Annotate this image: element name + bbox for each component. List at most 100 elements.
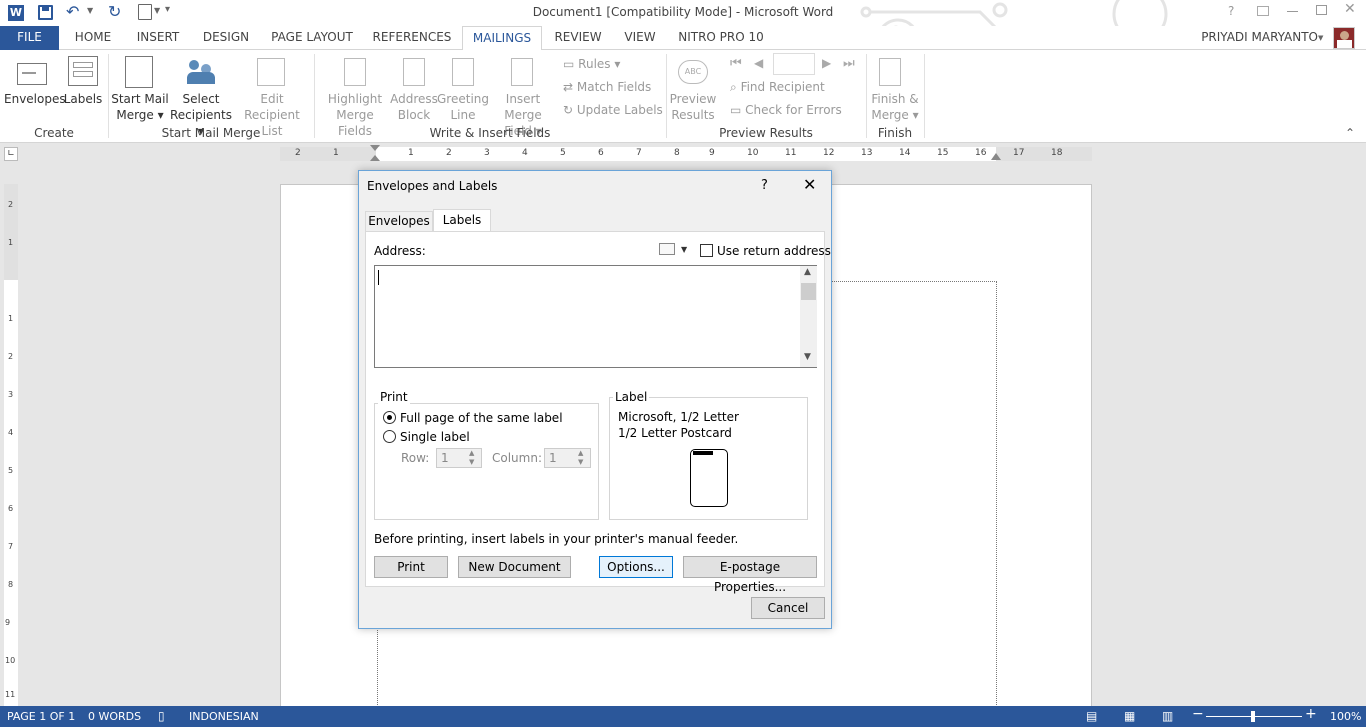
finish-merge-label: Finish & <box>871 92 919 106</box>
print-layout-icon[interactable]: ▦ <box>1124 709 1135 723</box>
language-indicator[interactable]: INDONESIAN <box>189 710 259 723</box>
tab-home[interactable]: HOME <box>66 26 120 50</box>
column-down-icon[interactable]: ▼ <box>578 458 583 466</box>
address-book-dropdown-icon[interactable]: ▼ <box>681 245 687 254</box>
word-count[interactable]: 0 WORDS <box>88 710 141 723</box>
next-record-icon[interactable]: ▶ <box>822 56 831 70</box>
zoom-level[interactable]: 100% <box>1330 710 1361 723</box>
row-spinner[interactable]: 1 ▲ ▼ <box>436 448 482 468</box>
word-icon[interactable]: W <box>8 5 24 21</box>
single-label-radio[interactable] <box>383 430 396 443</box>
single-label-label[interactable]: Single label <box>400 430 470 444</box>
customize-qat-icon[interactable]: ▾ <box>165 4 170 15</box>
web-layout-icon[interactable]: ▥ <box>1162 709 1173 723</box>
new-document-button[interactable]: New Document <box>458 556 571 578</box>
check-errors-button[interactable]: ▭ Check for Errors <box>730 102 842 118</box>
hanging-indent-marker[interactable] <box>370 155 380 161</box>
match-fields-button[interactable]: ⇄ Match Fields <box>563 79 651 95</box>
preview-results-button[interactable]: Preview Results <box>668 91 718 123</box>
ruler-num: 3 <box>484 148 490 158</box>
tab-insert[interactable]: INSERT <box>130 26 186 50</box>
tab-envelopes[interactable]: Envelopes <box>365 211 433 231</box>
vertical-ruler[interactable]: 2 1 1 2 3 4 5 6 7 8 9 10 11 <box>4 184 18 706</box>
ruler-num: 17 <box>1013 148 1025 158</box>
rules-button[interactable]: ▭ Rules ▾ <box>563 56 620 72</box>
full-page-label[interactable]: Full page of the same label <box>400 411 563 425</box>
row-down-icon[interactable]: ▼ <box>469 458 474 466</box>
help-button[interactable]: ? <box>1228 4 1234 18</box>
right-indent-marker[interactable] <box>991 153 1001 160</box>
tab-review[interactable]: REVIEW <box>550 26 606 50</box>
tab-references[interactable]: REFERENCES <box>370 26 454 50</box>
page-count[interactable]: PAGE 1 OF 1 <box>7 710 75 723</box>
print-preview-dropdown-icon[interactable]: ▼ <box>154 6 160 15</box>
tab-design[interactable]: DESIGN <box>196 26 256 50</box>
label-group-label: Label <box>613 390 650 404</box>
user-dropdown-icon[interactable]: ▼ <box>1318 34 1323 42</box>
column-spinner[interactable]: 1 ▲ ▼ <box>544 448 591 468</box>
update-labels-label: Update Labels <box>576 103 663 117</box>
ribbon-display-options-icon[interactable] <box>1257 6 1269 16</box>
redo-icon[interactable]: ↻ <box>108 2 121 21</box>
record-number-input[interactable] <box>773 53 815 75</box>
ruler-num: 5 <box>560 148 566 158</box>
avatar[interactable] <box>1333 27 1355 49</box>
greeting-line-button[interactable]: Greeting Line <box>436 91 490 123</box>
tab-file[interactable]: FILE <box>0 26 59 50</box>
envelopes-button[interactable]: Envelopes <box>4 91 66 107</box>
collapse-ribbon-icon[interactable]: ⌃ <box>1345 126 1355 140</box>
options-button[interactable]: Options... <box>599 556 673 578</box>
zoom-slider-thumb[interactable] <box>1251 711 1255 722</box>
tab-nitro[interactable]: NITRO PRO 10 <box>676 26 766 50</box>
user-name[interactable]: PRIYADI MARYANTO <box>1198 26 1318 50</box>
first-record-icon[interactable]: ⏮ <box>730 56 742 71</box>
finish-merge-button[interactable]: Finish & Merge ▾ <box>868 91 922 123</box>
full-page-radio[interactable] <box>383 411 396 424</box>
start-mail-merge-button[interactable]: Start Mail Merge ▾ <box>110 91 170 123</box>
address-scrollbar[interactable]: ▲ ▼ <box>800 266 817 367</box>
update-labels-button[interactable]: ↻ Update Labels <box>563 102 663 118</box>
epostage-properties-button[interactable]: E-postage Properties... <box>683 556 817 594</box>
address-block-button[interactable]: Address Block <box>390 91 438 123</box>
undo-dropdown-icon[interactable]: ▼ <box>87 6 93 15</box>
address-book-icon[interactable] <box>659 243 675 255</box>
use-return-address-label[interactable]: Use return address <box>717 244 831 258</box>
undo-icon[interactable]: ↶ <box>66 2 79 21</box>
column-up-icon[interactable]: ▲ <box>578 449 583 457</box>
print-preview-icon[interactable] <box>138 4 152 20</box>
minimize-button[interactable] <box>1287 11 1298 12</box>
find-recipient-button[interactable]: ⌕ Find Recipient <box>730 79 825 95</box>
horizontal-ruler[interactable]: 2 1 1 2 3 4 5 6 7 8 9 10 11 12 13 14 15 … <box>280 145 1092 161</box>
print-button[interactable]: Print <box>374 556 448 578</box>
left-indent-marker[interactable] <box>370 145 380 151</box>
restore-button[interactable] <box>1316 5 1327 15</box>
read-mode-icon[interactable]: ▤ <box>1086 709 1097 723</box>
find-recipient-icon: ⌕ <box>730 80 737 94</box>
close-button[interactable]: ✕ <box>1344 1 1356 17</box>
address-textarea[interactable]: ▲ ▼ <box>374 265 817 368</box>
previous-record-icon[interactable]: ◀ <box>754 56 763 70</box>
zoom-in-icon[interactable]: + <box>1305 706 1317 722</box>
tab-view[interactable]: VIEW <box>618 26 662 50</box>
proofing-icon[interactable]: ▯ <box>158 709 165 723</box>
dialog-help-button[interactable]: ? <box>761 178 768 193</box>
row-up-icon[interactable]: ▲ <box>469 449 474 457</box>
tab-selector-icon[interactable]: ∟ <box>4 147 18 161</box>
scroll-down-icon[interactable]: ▼ <box>804 352 811 362</box>
zoom-out-icon[interactable]: − <box>1192 706 1204 722</box>
use-return-address-checkbox[interactable] <box>700 244 713 257</box>
ruler-num: 3 <box>8 390 14 399</box>
scroll-up-icon[interactable]: ▲ <box>804 267 811 277</box>
scroll-thumb[interactable] <box>801 283 816 300</box>
save-icon[interactable] <box>38 5 53 20</box>
preview-results-icon: ABC <box>678 60 708 84</box>
ruler-num: 16 <box>975 148 987 158</box>
labels-button[interactable]: Labels <box>62 91 104 107</box>
tab-page-layout[interactable]: PAGE LAYOUT <box>266 26 358 50</box>
tab-mailings[interactable]: MAILINGS <box>462 26 542 51</box>
cancel-button[interactable]: Cancel <box>751 597 825 619</box>
last-record-icon[interactable]: ⏭ <box>843 56 855 71</box>
ruler-num: 12 <box>823 148 835 158</box>
dialog-close-icon[interactable]: ✕ <box>803 175 816 194</box>
tab-labels[interactable]: Labels <box>433 209 491 232</box>
